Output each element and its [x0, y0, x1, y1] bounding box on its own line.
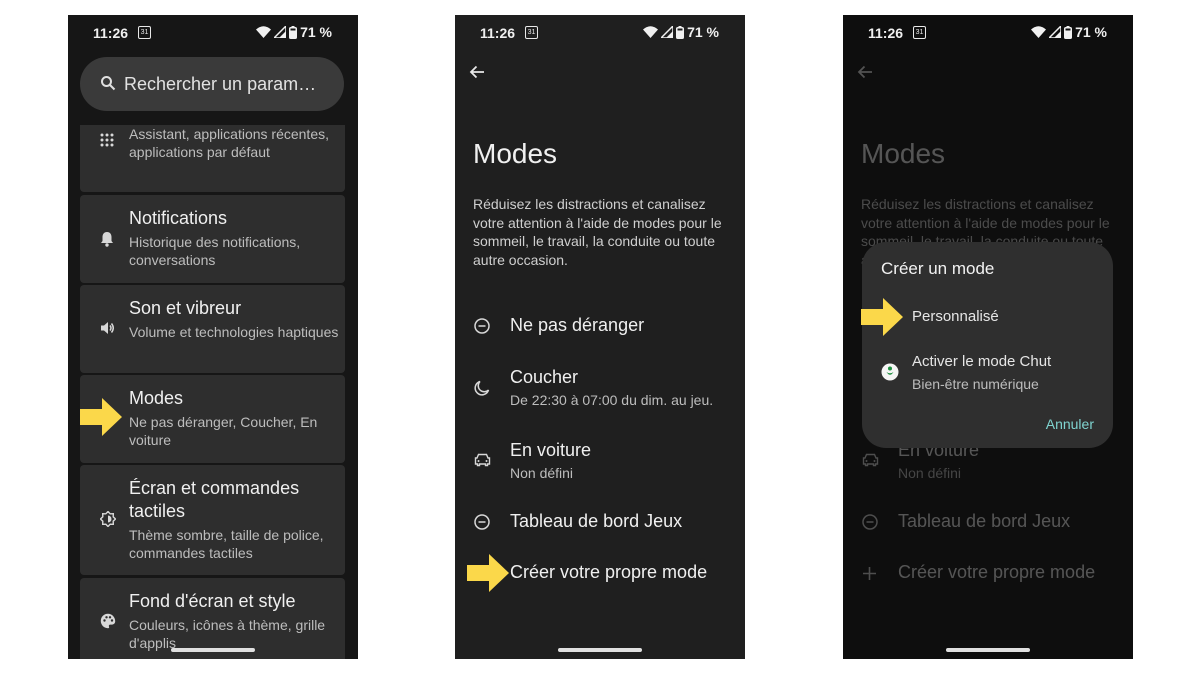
settings-item-title: Écran et commandes tactiles	[129, 478, 300, 521]
calendar-icon: 31	[525, 26, 538, 39]
settings-item-subtitle: Ne pas déranger, Coucher, En voiture	[129, 414, 318, 448]
status-time: 11:26	[93, 25, 129, 41]
mode-title: Ne pas déranger	[510, 315, 645, 335]
home-indicator[interactable]	[946, 648, 1030, 652]
phone-screen-settings: 11:26 31 71 % Rechercher un param… Assis…	[68, 15, 358, 659]
option-custom[interactable]: Personnalisé	[912, 308, 999, 325]
settings-item-apps[interactable]: Assistant, applications récentes, applic…	[80, 125, 345, 192]
signal-icon	[1049, 26, 1062, 38]
dnd-icon	[474, 318, 490, 334]
settings-item-subtitle: Assistant, applications récentes, applic…	[129, 126, 329, 160]
calendar-icon: 31	[913, 26, 926, 39]
dialog-title: Créer un mode	[881, 259, 995, 278]
back-arrow-icon[interactable]	[469, 64, 485, 80]
dnd-icon	[474, 514, 490, 530]
battery-icon	[676, 25, 685, 39]
dnd-icon	[862, 514, 878, 530]
car-icon	[474, 453, 491, 467]
battery-level: 71 %	[300, 24, 332, 40]
calendar-icon: 31	[138, 26, 151, 39]
settings-item-wallpaper[interactable]: Fond d'écran et style Couleurs, icônes à…	[80, 578, 345, 659]
create-mode-dialog: Créer un mode Personnalisé Activer le mo…	[862, 242, 1113, 448]
wifi-icon	[643, 26, 659, 38]
status-bar: 11:26 31 71 %	[68, 15, 358, 49]
digital-wellbeing-icon	[881, 363, 899, 381]
phone-screen-modes: 11:26 31 71 % Modes Réduisez les distrac…	[455, 15, 745, 659]
signal-icon	[274, 26, 287, 38]
settings-item-title: Modes	[129, 388, 184, 408]
status-time: 11:26	[480, 25, 516, 41]
back-arrow-icon	[857, 65, 872, 79]
mode-title: Créer votre propre mode	[898, 562, 1096, 582]
speaker-icon	[101, 322, 114, 334]
settings-item-subtitle: Couleurs, icônes à thème, grille d'appli…	[129, 617, 326, 651]
battery-level: 71 %	[687, 24, 719, 40]
apps-grid-icon	[100, 133, 114, 147]
highlight-arrow-icon	[80, 398, 122, 436]
mode-item-driving[interactable]: En voiture Non défini	[455, 436, 745, 486]
search-icon	[101, 76, 116, 91]
palette-icon	[100, 613, 116, 629]
mode-title: Tableau de bord Jeux	[510, 511, 683, 531]
settings-item-title: Notifications	[129, 208, 228, 228]
mode-subtitle: Non défini	[898, 465, 962, 481]
status-time: 11:26	[868, 25, 904, 41]
search-bar[interactable]: Rechercher un param…	[80, 57, 344, 111]
search-placeholder: Rechercher un param…	[124, 74, 317, 94]
create-mode-button: Créer votre propre mode	[843, 558, 1133, 592]
mode-item-gaming: Tableau de bord Jeux	[843, 507, 1133, 541]
page-title: Modes	[473, 138, 558, 169]
battery-level: 71 %	[1075, 24, 1107, 40]
status-bar: 11:26 31 71 %	[455, 15, 745, 49]
highlight-arrow-icon	[861, 298, 903, 336]
bell-icon	[101, 232, 113, 247]
phone-screen-create-mode-dialog: 11:26 31 71 % Modes Réduisez les distrac…	[843, 15, 1133, 659]
settings-item-subtitle: Volume et technologies haptiques	[129, 324, 339, 340]
highlight-arrow-icon	[467, 554, 509, 592]
home-indicator[interactable]	[171, 648, 255, 652]
settings-item-display[interactable]: Écran et commandes tactiles Thème sombre…	[80, 465, 345, 575]
settings-item-title: Fond d'écran et style	[129, 591, 296, 611]
settings-item-notifications[interactable]: Notifications Historique des notificatio…	[80, 195, 345, 283]
mode-item-dnd[interactable]: Ne pas déranger	[455, 311, 745, 345]
mode-title: Tableau de bord Jeux	[898, 511, 1071, 531]
mode-title: Créer votre propre mode	[510, 562, 708, 582]
battery-icon	[289, 25, 298, 39]
option-chut-subtitle: Bien-être numérique	[912, 376, 1039, 392]
cancel-button[interactable]: Annuler	[1046, 416, 1094, 432]
car-icon	[862, 453, 879, 467]
home-indicator[interactable]	[558, 648, 642, 652]
settings-item-sound[interactable]: Son et vibreur Volume et technologies ha…	[80, 285, 345, 373]
brightness-icon	[100, 511, 116, 527]
mode-subtitle: Non défini	[510, 465, 574, 481]
moon-icon	[474, 380, 490, 396]
mode-title: Coucher	[510, 367, 579, 387]
wifi-icon	[1031, 26, 1047, 38]
plus-icon	[863, 567, 876, 580]
settings-item-title: Son et vibreur	[129, 298, 242, 318]
mode-title: En voiture	[510, 440, 592, 460]
battery-icon	[1064, 25, 1073, 39]
page-description: Réduisez les distractions et canalisez v…	[473, 196, 722, 268]
wifi-icon	[256, 26, 272, 38]
mode-item-bedtime[interactable]: Coucher De 22:30 à 07:00 du dim. au jeu.	[455, 363, 745, 413]
page-title: Modes	[861, 138, 946, 169]
status-bar: 11:26 31 71 %	[843, 15, 1133, 49]
signal-icon	[661, 26, 674, 38]
mode-item-gaming[interactable]: Tableau de bord Jeux	[455, 507, 745, 541]
mode-subtitle: De 22:30 à 07:00 du dim. au jeu.	[510, 392, 714, 408]
settings-item-subtitle: Historique des notifications, conversati…	[129, 234, 301, 268]
settings-item-subtitle: Thème sombre, taille de police, commande…	[129, 527, 324, 561]
option-chut[interactable]: Activer le mode Chut	[912, 353, 1051, 370]
